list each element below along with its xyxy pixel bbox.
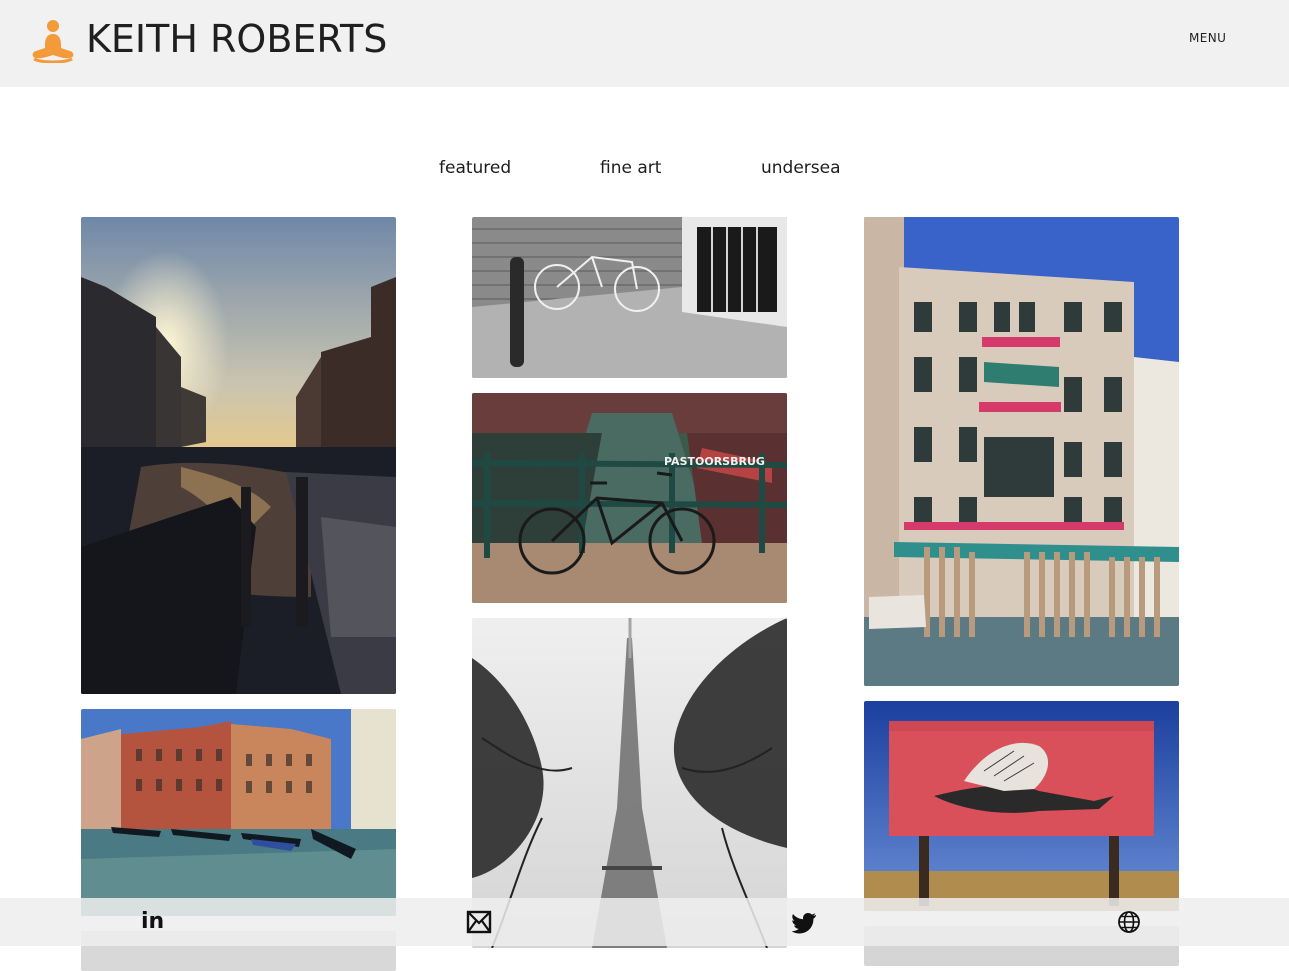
- photo-red-billboard-raven[interactable]: [864, 701, 1179, 911]
- linkedin-icon[interactable]: in: [141, 910, 167, 934]
- linkedin-text: in: [141, 909, 165, 934]
- photo-bicycle-brick-wall[interactable]: [472, 217, 787, 378]
- twitter-icon[interactable]: [792, 910, 818, 934]
- photo-venice-palazzo-gondolas[interactable]: [81, 709, 396, 916]
- social-bar: in: [0, 898, 1289, 946]
- meditation-figure-icon[interactable]: [28, 17, 78, 63]
- photo-venice-canal-sunset[interactable]: [81, 217, 396, 694]
- photo-venice-palazzo-flowers[interactable]: [864, 217, 1179, 686]
- photo-amsterdam-bicycle[interactable]: PASTOORSBRUG: [472, 393, 787, 603]
- tab-undersea[interactable]: undersea: [761, 158, 841, 178]
- globe-icon[interactable]: [1116, 910, 1142, 934]
- sign-text: PASTOORSBRUG: [664, 455, 765, 468]
- menu-button[interactable]: MENU: [1189, 31, 1226, 45]
- tab-featured[interactable]: featured: [439, 158, 511, 178]
- site-header: KEITH ROBERTS MENU: [0, 0, 1289, 87]
- site-title[interactable]: KEITH ROBERTS: [86, 16, 387, 62]
- tab-fine-art[interactable]: fine art: [600, 158, 661, 178]
- mail-icon[interactable]: [466, 910, 492, 934]
